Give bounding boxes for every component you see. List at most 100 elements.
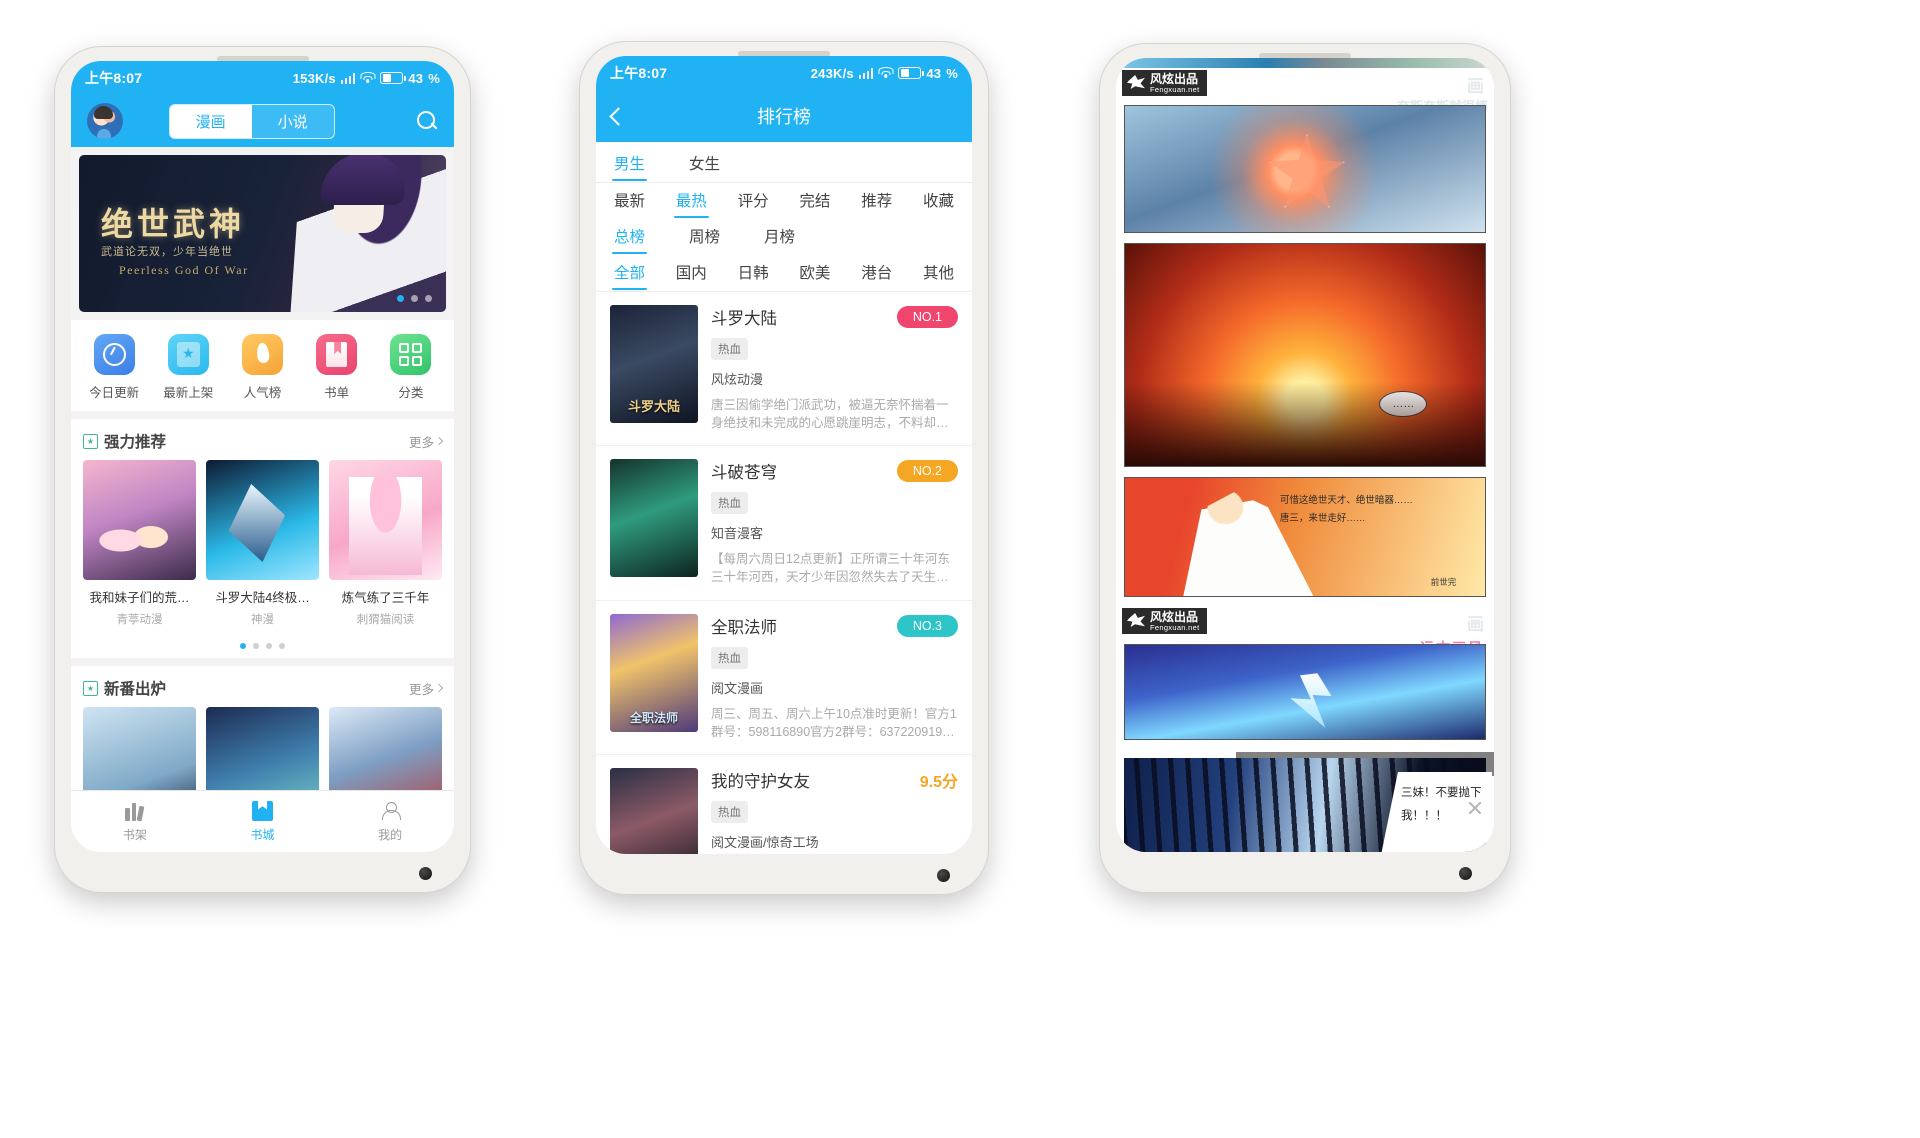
panel-caption: 前世完 bbox=[1430, 576, 1457, 587]
comic-panel-4 bbox=[1124, 644, 1486, 740]
tab-favorites[interactable]: 收藏 bbox=[923, 189, 954, 219]
secondary-watermark: 画 bbox=[1467, 615, 1486, 634]
ranking-list: 斗罗大陆 NO.1 热血 风炫动漫 唐三因偷学绝门派武功，被逼无奈怀揣着一身绝技… bbox=[596, 292, 972, 854]
tab-overall[interactable]: 总榜 bbox=[611, 225, 648, 255]
phone1-screen: 上午8:07 153K/s 43% 漫画 小说 绝世武神 武道论无双，少年当绝世… bbox=[71, 61, 454, 852]
page-title: 排行榜 bbox=[757, 107, 811, 127]
tab-completed[interactable]: 完结 bbox=[799, 189, 830, 219]
tab-comic[interactable]: 漫画 bbox=[169, 104, 252, 138]
nav-label: 我的 bbox=[378, 827, 403, 842]
ranking-row[interactable]: 斗罗大陆 NO.1 热血 风炫动漫 唐三因偷学绝门派武功，被逼无奈怀揣着一身绝技… bbox=[596, 292, 972, 447]
banner-english-title: Peerless God Of War bbox=[119, 263, 249, 277]
studio-watermark: 风炫出品 Fengxuan.net bbox=[1122, 70, 1208, 97]
comic-card[interactable] bbox=[328, 707, 442, 790]
ranking-row-header: 全职法师 NO.3 bbox=[711, 614, 958, 638]
phone2-screen: 上午8:07 243K/s 43% 排行榜 男生 女生 最新 最热 评分 完结 … bbox=[596, 56, 972, 854]
avatar[interactable] bbox=[87, 103, 123, 139]
tab-western[interactable]: 欧美 bbox=[799, 261, 830, 291]
comic-cover bbox=[610, 613, 698, 732]
tab-female[interactable]: 女生 bbox=[689, 152, 720, 182]
close-icon[interactable] bbox=[1467, 800, 1483, 816]
banner-title: 绝世武神 bbox=[101, 206, 246, 242]
comic-publisher: 风炫动漫 bbox=[711, 372, 764, 387]
comic-title: 斗罗大陆4终极… bbox=[215, 591, 310, 605]
phone-reader-screen: 风炫出品 Fengxuan.net 画 奈斯奈斯就很棒 …… 可惜这绝世天才、绝… bbox=[1100, 44, 1510, 892]
comic-card[interactable]: 我和妹子们的荒… 青葶动漫 bbox=[83, 460, 196, 627]
wifi-icon bbox=[878, 67, 894, 79]
genre-chip: 热血 bbox=[711, 800, 748, 823]
battery-icon bbox=[898, 67, 925, 79]
gender-tabs: 男生 女生 bbox=[596, 142, 972, 182]
page-top-strip bbox=[1116, 58, 1494, 68]
tab-monthly[interactable]: 月榜 bbox=[764, 225, 795, 255]
ranking-row[interactable]: 斗破苍穹 NO.2 热血 知音漫客 【每周六周日12点更新】正所谓三十年河东三十… bbox=[596, 446, 972, 601]
section-new-releases: 新番出炉 更多 bbox=[71, 666, 454, 790]
clock-icon bbox=[93, 334, 135, 375]
quick-entry-popularity[interactable]: 人气榜 bbox=[227, 334, 297, 401]
more-label: 更多 bbox=[408, 682, 434, 697]
nav-item-profile[interactable]: 我的 bbox=[326, 801, 454, 843]
comic-card[interactable] bbox=[83, 707, 196, 790]
battery-percent: 43 bbox=[926, 65, 942, 81]
secondary-watermark: 画 bbox=[1467, 77, 1486, 96]
tab-rating[interactable]: 评分 bbox=[738, 189, 769, 219]
ranking-row-header: 我的守护女友 9.5分 bbox=[711, 768, 958, 792]
content-type-switch[interactable]: 漫画 小说 bbox=[168, 103, 335, 139]
tab-weekly[interactable]: 周榜 bbox=[689, 225, 720, 255]
tab-novel[interactable]: 小说 bbox=[252, 105, 334, 138]
rank-badge: NO.2 bbox=[896, 460, 958, 483]
tab-all[interactable]: 全部 bbox=[611, 261, 648, 291]
signal-icon bbox=[858, 67, 874, 79]
section-more-link[interactable]: 更多 bbox=[409, 432, 444, 451]
status-indicators: 243K/s 43% bbox=[810, 65, 958, 81]
search-icon[interactable] bbox=[416, 110, 438, 132]
status-time: 上午8:07 bbox=[85, 70, 143, 86]
tab-hk-tw[interactable]: 港台 bbox=[861, 261, 892, 291]
ranking-row[interactable]: 我的守护女友 9.5分 热血 阅文漫画/惊奇工场 末世来临，凌默的异能觉醒，他发… bbox=[596, 755, 972, 854]
comic-card[interactable]: 炼气练了三千年 刺猬猫阅读 bbox=[328, 460, 442, 627]
quick-entry-new-arrivals[interactable]: 最新上架 bbox=[153, 334, 223, 401]
card-pagination-dots[interactable] bbox=[71, 633, 454, 658]
watermark-brand: 风炫出品 bbox=[1150, 610, 1199, 624]
comic-title: 斗罗大陆 bbox=[711, 310, 777, 328]
tab-jp-kr[interactable]: 日韩 bbox=[738, 261, 769, 291]
comic-publisher: 青葶动漫 bbox=[116, 614, 163, 626]
battery-icon bbox=[380, 72, 407, 84]
section-title: 新番出炉 bbox=[104, 681, 167, 698]
section-strong-recommend: 强力推荐 更多 我和妹子们的荒… 青葶动漫 bbox=[71, 419, 454, 658]
comic-card[interactable]: 斗罗大陆4终极… 神漫 bbox=[205, 460, 319, 627]
tab-hottest[interactable]: 最热 bbox=[673, 189, 709, 219]
ranking-row-body: 斗破苍穹 NO.2 热血 知音漫客 【每周六周日12点更新】正所谓三十年河东三十… bbox=[711, 459, 958, 586]
banner-pagination-dots[interactable] bbox=[397, 295, 432, 302]
tab-domestic[interactable]: 国内 bbox=[676, 261, 707, 291]
ranking-row[interactable]: 全职法师 NO.3 热血 阅文漫画 周三、周五、周六上午10点准时更新！官方1群… bbox=[596, 601, 972, 755]
ranking-row-body: 斗罗大陆 NO.1 热血 风炫动漫 唐三因偷学绝门派武功，被逼无奈怀揣着一身绝技… bbox=[711, 305, 958, 432]
comic-cover bbox=[610, 305, 698, 423]
nav-label: 书架 bbox=[122, 827, 147, 842]
back-arrow-icon[interactable] bbox=[609, 106, 628, 126]
star-box-icon bbox=[167, 334, 209, 375]
quick-entry-category[interactable]: 分类 bbox=[376, 334, 446, 401]
genre-chip: 热血 bbox=[711, 646, 748, 669]
comic-card[interactable] bbox=[205, 707, 319, 790]
nav-item-shelf[interactable]: 书架 bbox=[71, 801, 199, 843]
tab-recommended[interactable]: 推荐 bbox=[861, 189, 892, 219]
person-icon bbox=[380, 801, 401, 821]
tab-other[interactable]: 其他 bbox=[923, 261, 954, 291]
genre-chip: 热血 bbox=[711, 492, 748, 515]
dialogue-line: 唐三，来世走好…… bbox=[1279, 513, 1366, 525]
tab-male[interactable]: 男生 bbox=[611, 152, 648, 182]
comic-panel-1 bbox=[1124, 105, 1486, 233]
bookmark-book-icon bbox=[316, 334, 358, 375]
quick-entry-today-update[interactable]: 今日更新 bbox=[79, 334, 149, 401]
comic-cover bbox=[205, 707, 319, 790]
section-more-link[interactable]: 更多 bbox=[408, 679, 444, 698]
tab-newest[interactable]: 最新 bbox=[614, 189, 645, 219]
hero-banner[interactable]: 绝世武神 武道论无双，少年当绝世 Peerless God Of War bbox=[79, 155, 446, 312]
nav-item-store[interactable]: 书城 bbox=[199, 800, 327, 843]
quick-entry-booklist[interactable]: 书单 bbox=[302, 334, 372, 401]
comic-panel-2: …… bbox=[1124, 243, 1486, 467]
comic-reader[interactable]: 风炫出品 Fengxuan.net 画 奈斯奈斯就很棒 …… 可惜这绝世天才、绝… bbox=[1116, 58, 1494, 852]
speech-bubble: …… bbox=[1379, 391, 1428, 418]
phone1-bottom-nav: 书架 书城 我的 bbox=[71, 790, 454, 852]
